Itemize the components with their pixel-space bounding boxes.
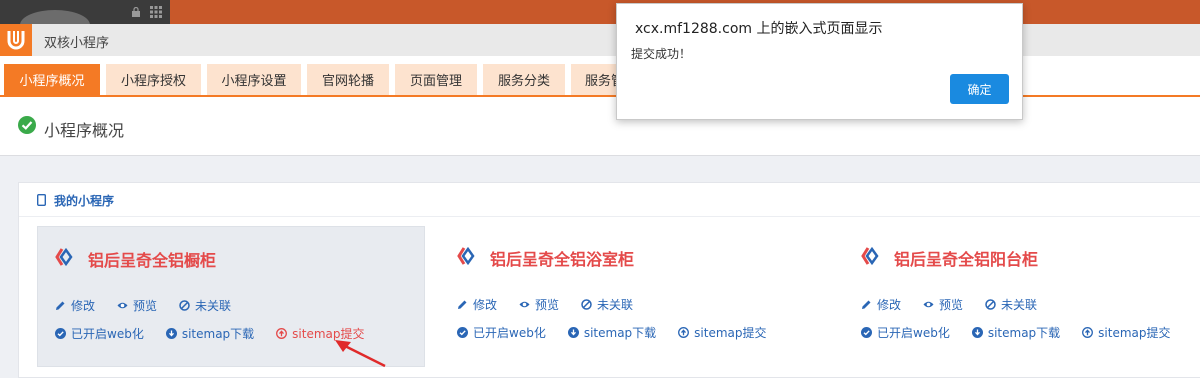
tab-carousel[interactable]: 官网轮播 (307, 64, 389, 95)
app-title: 双核小程序 (44, 36, 110, 51)
tab-authorization[interactable]: 小程序授权 (106, 64, 201, 95)
eye-icon (923, 301, 934, 308)
page-title: 小程序概况 (44, 121, 125, 140)
edit-label: 修改 (473, 298, 498, 312)
phone-icon (37, 194, 46, 206)
dialog-message: 提交成功！ (631, 47, 692, 61)
edit-link[interactable]: 修改 (861, 296, 901, 313)
grid-icon[interactable] (150, 6, 162, 18)
preview-label: 预览 (535, 298, 560, 312)
download-circle-icon (165, 328, 177, 339)
preview-label: 预览 (133, 299, 158, 313)
check-circle-icon (18, 116, 36, 134)
sitemap-download-label: sitemap下载 (181, 327, 255, 341)
upload-circle-icon (1082, 327, 1094, 338)
web-label: 已开启web化 (877, 326, 950, 340)
preview-link[interactable]: 预览 (519, 296, 559, 313)
preview-link[interactable]: 预览 (923, 296, 963, 313)
miniprogram-logo-icon (457, 246, 475, 266)
upload-circle-icon (276, 328, 288, 339)
tab-service-category[interactable]: 服务分类 (483, 64, 565, 95)
upload-circle-icon (678, 327, 690, 338)
action-row: 已开启web化 sitemap下载 sitemap提交 (457, 324, 789, 341)
unlinked-link[interactable]: 未关联 (985, 296, 1037, 313)
download-circle-icon (567, 327, 579, 338)
edit-label: 修改 (877, 298, 902, 312)
alert-dialog: xcx.mf1288.com 上的嵌入式页面显示 提交成功！ 确定 (616, 3, 1023, 120)
annotation-arrow (335, 340, 386, 368)
app-logo-icon (0, 24, 32, 56)
check-circle-icon (457, 327, 468, 338)
ban-icon (985, 299, 996, 310)
download-circle-icon (971, 327, 983, 338)
link-status-label: 未关联 (195, 299, 232, 313)
link-status-label: 未关联 (1001, 298, 1038, 312)
sitemap-submit-label: sitemap提交 (1098, 326, 1171, 340)
unlinked-link[interactable]: 未关联 (581, 296, 633, 313)
link-status-label: 未关联 (597, 298, 634, 312)
tab-page-management[interactable]: 页面管理 (395, 64, 477, 95)
web-enabled-link[interactable]: 已开启web化 (861, 324, 950, 341)
preview-link[interactable]: 预览 (117, 297, 157, 314)
miniprogram-card: 铝后呈奇全铝阳台柜 修改 预览 未关联 已开启web化 sitemap下载 si… (844, 226, 1200, 367)
eye-icon (519, 301, 530, 308)
unlinked-link[interactable]: 未关联 (179, 297, 231, 314)
panel-header: 我的小程序 (19, 183, 1200, 217)
lock-icon (132, 7, 140, 17)
web-label: 已开启web化 (71, 327, 144, 341)
sitemap-submit-label: sitemap提交 (694, 326, 767, 340)
pencil-icon (458, 300, 467, 309)
miniprogram-card: 铝后呈奇全铝浴室柜 修改 预览 未关联 已开启web化 sitemap下载 si… (440, 226, 828, 367)
dialog-title: xcx.mf1288.com 上的嵌入式页面显示 (635, 21, 883, 37)
panel-title: 我的小程序 (54, 194, 115, 208)
tab-overview[interactable]: 小程序概况 (4, 64, 100, 95)
miniprogram-logo-icon (55, 247, 73, 267)
check-circle-icon (861, 327, 872, 338)
sitemap-submit-link[interactable]: sitemap提交 (678, 324, 767, 341)
ok-button[interactable]: 确定 (950, 74, 1009, 104)
sitemap-download-label: sitemap下载 (583, 326, 657, 340)
sitemap-download-label: sitemap下载 (987, 326, 1061, 340)
tab-service-management[interactable]: 服务管 (571, 64, 616, 95)
miniprogram-name: 铝后呈奇全铝橱柜 (88, 251, 217, 270)
ban-icon (581, 299, 592, 310)
sitemap-submit-link[interactable]: sitemap提交 (1082, 324, 1171, 341)
action-row: 已开启web化 sitemap下载 sitemap提交 (861, 324, 1193, 341)
eye-icon (117, 302, 128, 309)
edit-link[interactable]: 修改 (55, 297, 95, 314)
ban-icon (179, 300, 190, 311)
tab-settings[interactable]: 小程序设置 (207, 64, 301, 95)
action-row: 修改 预览 未关联 (861, 296, 1059, 313)
sitemap-download-link[interactable]: sitemap下载 (971, 324, 1061, 341)
miniprogram-logo-icon (861, 246, 879, 266)
web-label: 已开启web化 (473, 326, 546, 340)
action-row: 修改 预览 未关联 (55, 297, 253, 314)
pencil-icon (56, 301, 65, 310)
pencil-icon (862, 300, 871, 309)
browser-tab[interactable] (0, 0, 170, 40)
miniprogram-name: 铝后呈奇全铝阳台柜 (894, 250, 1039, 269)
sitemap-download-link[interactable]: sitemap下载 (165, 325, 255, 342)
edit-link[interactable]: 修改 (457, 296, 497, 313)
preview-label: 预览 (939, 298, 964, 312)
action-row: 修改 预览 未关联 (457, 296, 655, 313)
check-circle-icon (55, 328, 66, 339)
web-enabled-link[interactable]: 已开启web化 (55, 325, 144, 342)
my-miniprogram-panel: 我的小程序 铝后呈奇全铝橱柜 修改 预览 未关联 已开启web化 sitemap… (18, 182, 1200, 378)
sitemap-download-link[interactable]: sitemap下载 (567, 324, 657, 341)
edit-label: 修改 (71, 299, 96, 313)
miniprogram-name: 铝后呈奇全铝浴室柜 (490, 250, 635, 269)
web-enabled-link[interactable]: 已开启web化 (457, 324, 546, 341)
